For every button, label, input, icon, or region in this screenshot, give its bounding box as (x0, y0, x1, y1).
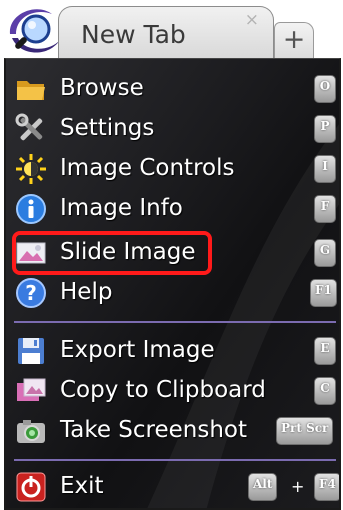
camera-icon (17, 420, 45, 443)
shortcut-key: Prt Scr (276, 417, 334, 445)
menu-item-take-screenshot[interactable]: Take Screenshot Prt Scr (12, 411, 336, 451)
shortcut-key: F (314, 195, 336, 223)
new-tab-button[interactable]: + (274, 22, 314, 58)
shortcut-key-f4: F4 (314, 473, 339, 501)
menu-item-label: Help (60, 279, 113, 305)
power-icon (16, 472, 46, 502)
menu-item-help[interactable]: ? Help F1 (12, 273, 337, 313)
menu-item-label: Image Controls (60, 155, 235, 181)
tab-title: New Tab (81, 20, 186, 49)
menu-item-image-info[interactable]: Image Info F (12, 189, 336, 229)
menu-item-browse[interactable]: Browse O (12, 69, 336, 109)
shortcut-key: E (314, 337, 336, 365)
clipboard-icon (17, 378, 46, 401)
folder-icon (17, 81, 45, 100)
help-icon: ? (16, 278, 46, 308)
menu-item-label: Browse (60, 75, 144, 101)
shortcut-plus: + (291, 477, 305, 496)
shortcut-key: O (314, 75, 336, 103)
save-icon (18, 338, 44, 364)
menu-item-label: Exit (60, 473, 104, 499)
menu-item-label: Take Screenshot (60, 417, 248, 443)
close-tab-icon[interactable]: × (245, 10, 259, 30)
menu-item-label: Copy to Clipboard (60, 377, 266, 403)
menu-item-label: Settings (60, 115, 155, 141)
menu-item-export-image[interactable]: Export Image E (12, 331, 336, 371)
menu-separator (14, 321, 336, 323)
menu-item-exit[interactable]: Exit Alt + F4 (12, 467, 339, 507)
tab-strip: New Tab × + (0, 0, 343, 58)
tab-new-tab[interactable]: New Tab × (58, 6, 274, 58)
svg-text:?: ? (25, 281, 37, 305)
shortcut-key: C (314, 377, 336, 405)
shortcut-key: P (314, 115, 336, 143)
app-logo-icon[interactable] (6, 4, 64, 58)
menu-item-copy-to-clipboard[interactable]: Copy to Clipboard C (12, 371, 336, 411)
menu-item-label: Export Image (60, 337, 215, 363)
menu-item-image-controls[interactable]: Image Controls I (12, 149, 336, 189)
info-icon (16, 194, 46, 224)
shortcut-key-alt: Alt (248, 473, 278, 501)
shortcut-key: F1 (310, 279, 337, 307)
tools-icon (15, 113, 43, 141)
shortcut-key: I (314, 155, 336, 183)
menu-item-label: Image Info (60, 195, 183, 221)
menu-item-settings[interactable]: Settings P (12, 109, 336, 149)
sun-icon (16, 154, 46, 184)
main-menu: Browse O Settings P Image Controls I Ima… (4, 58, 341, 510)
highlight-box (12, 231, 212, 275)
shortcut-key: G (314, 239, 336, 267)
menu-separator (14, 459, 336, 461)
